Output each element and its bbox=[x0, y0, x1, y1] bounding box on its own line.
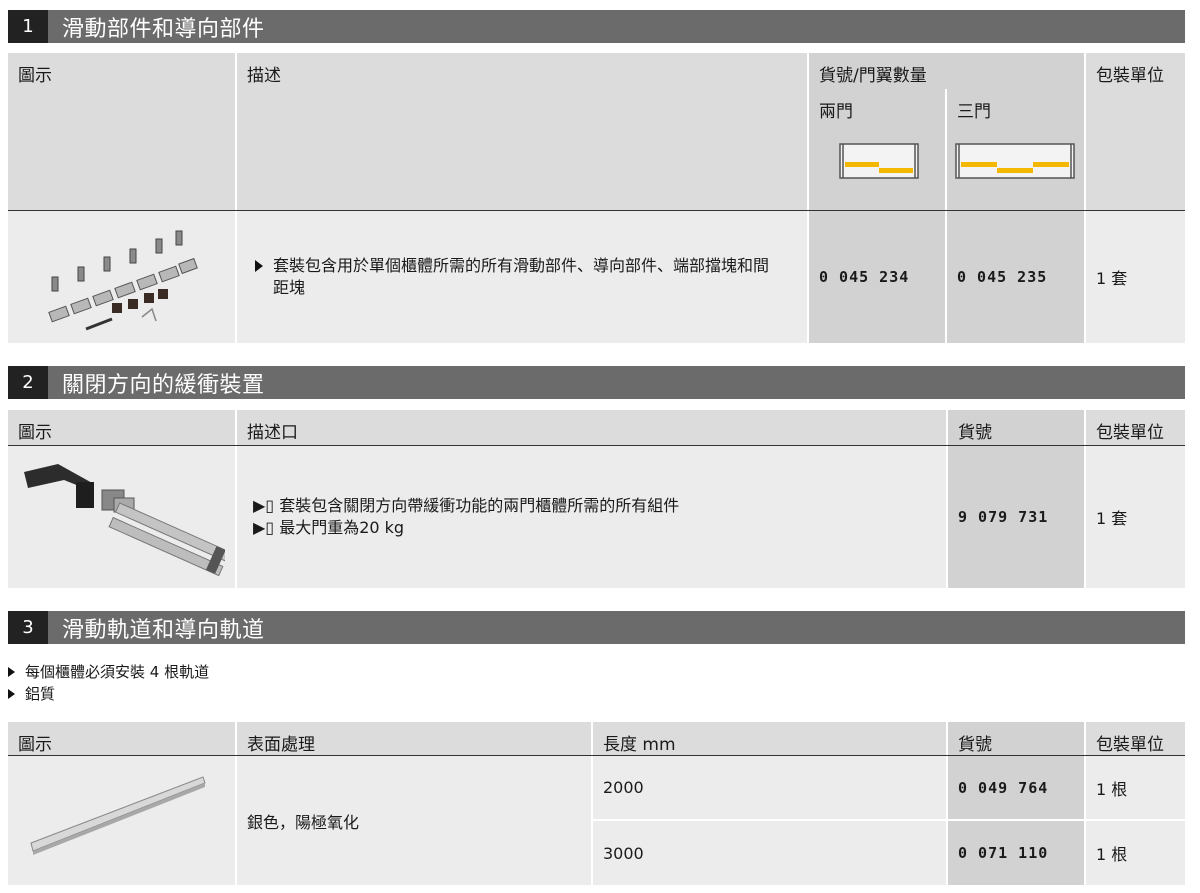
description-line: ▶▯ 最大門重為20 kg bbox=[253, 518, 405, 537]
note-text: 鋁質 bbox=[25, 685, 56, 703]
section-title: 滑動部件和導向部件 bbox=[62, 16, 265, 42]
col-header-image: 圖示 bbox=[8, 410, 235, 445]
col-header-pack: 包裝單位 bbox=[1086, 53, 1185, 210]
article-number-two-door: 0 045 234 bbox=[809, 211, 945, 343]
description-text: 套裝包含用於單個櫃體所需的所有滑動部件、導向部件、端部擋塊和間距塊 bbox=[273, 256, 770, 297]
col-header-two-door: 兩門 bbox=[809, 89, 945, 210]
col-header-pack: 包裝單位 bbox=[1086, 722, 1185, 755]
col-header-length: 長度 mm bbox=[593, 722, 946, 755]
rail-image bbox=[29, 775, 206, 855]
section-number: 1 bbox=[8, 10, 48, 43]
col-header-description: 描述 bbox=[237, 53, 807, 210]
section-title: 關閉方向的緩衝裝置 bbox=[62, 372, 265, 398]
length-cell: 3000 bbox=[593, 821, 946, 885]
three-door-label: 三門 bbox=[957, 102, 991, 122]
section-1-header: 1 滑動部件和導向部件 bbox=[8, 10, 1185, 43]
product-image-sliding-parts bbox=[8, 211, 235, 343]
pack-unit: 1 根 bbox=[1086, 821, 1185, 885]
table-soft-close: 圖示 描述口 貨號 包裝單位 ▶▯ 套裝包含關閉方向帶緩衝功能的兩門櫃體所需的所… bbox=[8, 410, 1185, 588]
col-header-article: 貨號 bbox=[948, 410, 1084, 445]
article-number: 0 049 764 bbox=[948, 756, 1084, 819]
note-item: 每個櫃體必須安裝 4 根軌道 bbox=[8, 661, 209, 682]
section-number: 3 bbox=[8, 611, 48, 644]
bullet-icon bbox=[255, 260, 263, 272]
two-door-label: 兩門 bbox=[819, 102, 853, 122]
product-image-rail bbox=[8, 756, 235, 885]
pack-unit: 1 套 bbox=[1086, 211, 1185, 343]
soft-close-image bbox=[24, 464, 225, 577]
table-sliding-parts: 圖示 描述 貨號/門翼數量 兩門 三門 包裝單位 套裝包含用於單個櫃體所需的所有… bbox=[8, 53, 1185, 343]
sliding-parts-image bbox=[47, 230, 198, 331]
section-3-header: 3 滑動軌道和導向軌道 bbox=[8, 611, 1185, 644]
bullet-icon bbox=[8, 688, 15, 699]
pack-unit: 1 根 bbox=[1086, 756, 1185, 819]
article-number: 0 071 110 bbox=[948, 821, 1084, 885]
article-code: 0 045 235 bbox=[957, 268, 1048, 286]
description-line: ▶▯ 套裝包含關閉方向帶緩衝功能的兩門櫃體所需的所有組件 bbox=[253, 496, 680, 515]
article-code: 9 079 731 bbox=[958, 508, 1049, 526]
row-description: 套裝包含用於單個櫃體所需的所有滑動部件、導向部件、端部擋塊和間距塊 bbox=[237, 211, 807, 343]
finish-cell: 銀色，陽極氧化 bbox=[237, 756, 591, 885]
section-number: 2 bbox=[8, 366, 48, 399]
col-header-article: 貨號/門翼數量 bbox=[809, 53, 1084, 89]
pack-unit: 1 套 bbox=[1086, 446, 1185, 588]
section-2-header: 2 關閉方向的緩衝裝置 bbox=[8, 366, 1185, 399]
col-header-description: 描述口 bbox=[237, 410, 946, 445]
article-code: 0 071 110 bbox=[958, 844, 1049, 862]
note-item: 鋁質 bbox=[8, 683, 55, 704]
row-description: ▶▯ 套裝包含關閉方向帶緩衝功能的兩門櫃體所需的所有組件 ▶▯ 最大門重為20 … bbox=[237, 446, 946, 588]
col-header-three-door: 三門 bbox=[947, 89, 1084, 210]
length-cell: 2000 bbox=[593, 756, 946, 819]
col-header-image: 圖示 bbox=[8, 722, 235, 755]
col-header-image: 圖示 bbox=[8, 53, 235, 210]
article-number-three-door: 0 045 235 bbox=[947, 211, 1084, 343]
product-image-soft-close bbox=[8, 446, 235, 588]
article-number: 9 079 731 bbox=[948, 446, 1084, 588]
col-header-pack: 包裝單位 bbox=[1086, 410, 1185, 445]
col-header-finish: 表面處理 bbox=[237, 722, 591, 755]
table-rails: 圖示 表面處理 長度 mm 貨號 包裝單位 銀色，陽極氧化 2000 0 049… bbox=[8, 722, 1185, 885]
three-door-diagram-icon bbox=[955, 143, 1075, 179]
note-text: 每個櫃體必須安裝 4 根軌道 bbox=[25, 663, 210, 681]
two-door-diagram-icon bbox=[839, 143, 919, 179]
article-code: 0 045 234 bbox=[819, 268, 910, 286]
section-title: 滑動軌道和導向軌道 bbox=[62, 617, 265, 643]
article-code: 0 049 764 bbox=[958, 778, 1049, 797]
col-header-article: 貨號 bbox=[948, 722, 1084, 755]
bullet-icon bbox=[8, 666, 15, 677]
